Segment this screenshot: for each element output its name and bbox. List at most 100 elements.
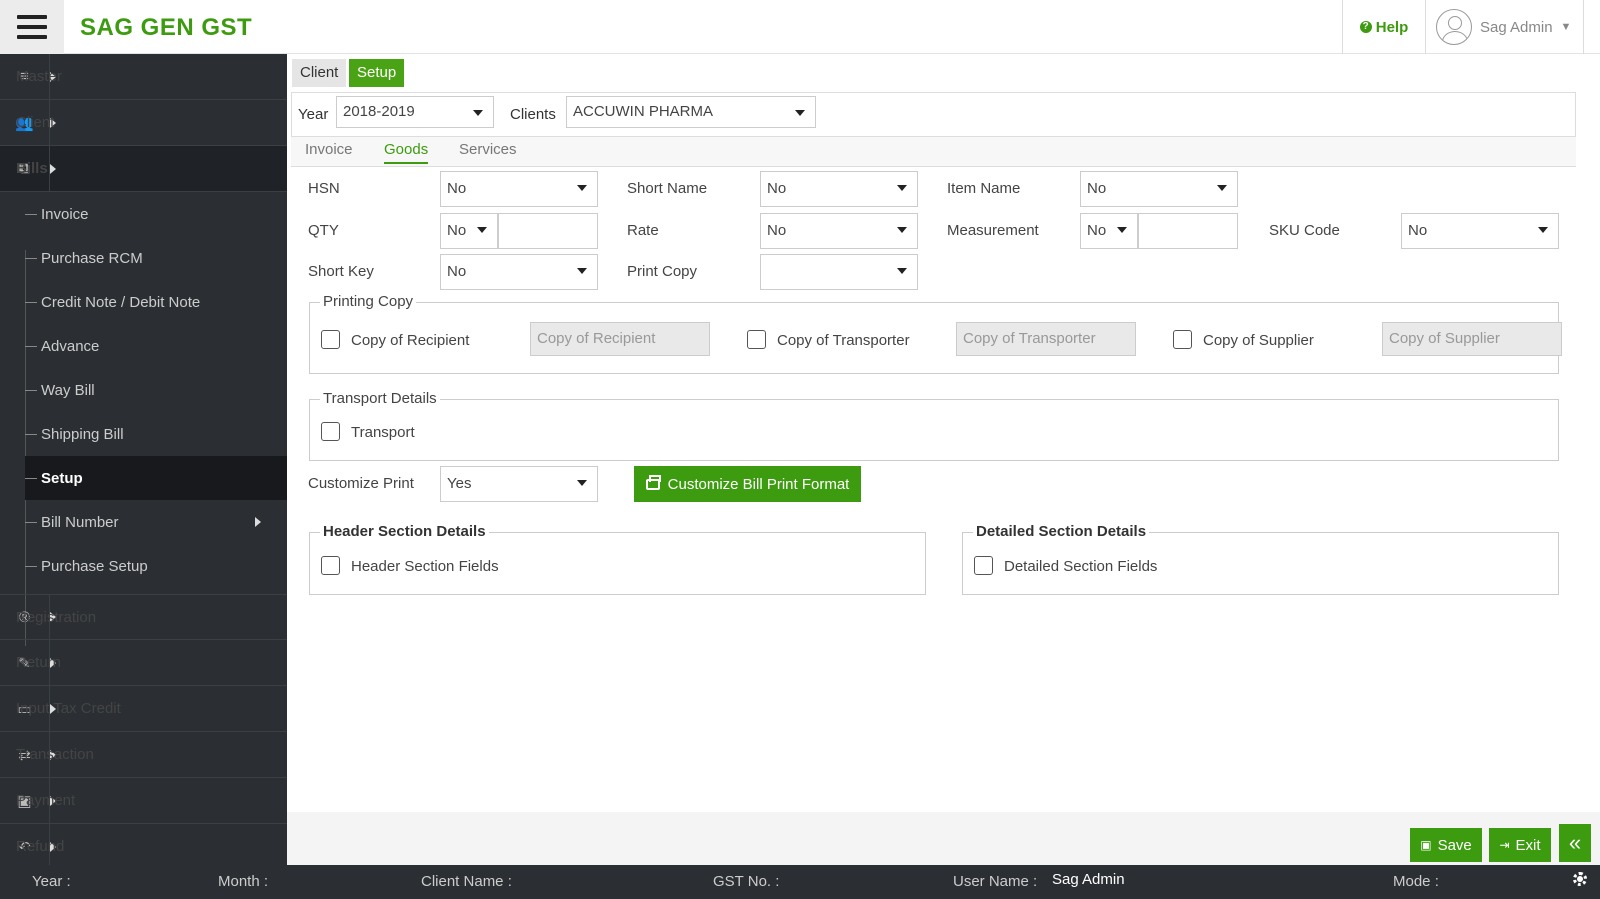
sidebar-item-label: Refund xyxy=(16,838,65,855)
sidebar-sub-label: Purchase Setup xyxy=(41,557,148,575)
brand-title: SAG GEN GST xyxy=(80,14,253,41)
sidebar-item-return[interactable]: ✎ Return xyxy=(0,639,287,686)
year-select[interactable]: 2018-2019 xyxy=(336,96,494,128)
footer-year: Year : xyxy=(32,873,71,890)
exit-button[interactable]: ⇥ Exit xyxy=(1489,828,1551,862)
item-name-select[interactable]: No xyxy=(1080,171,1238,207)
detailed-section-fieldset: Detailed Section Details Detailed Sectio… xyxy=(962,523,1559,595)
sidebar-sub-setup[interactable]: Setup xyxy=(25,456,287,500)
short-key-select[interactable]: No xyxy=(440,254,598,290)
rate-select[interactable]: No xyxy=(760,213,918,249)
copy-of-transporter-checkbox[interactable] xyxy=(747,330,766,349)
collapse-button[interactable]: « xyxy=(1559,824,1591,862)
sidebar-sub-credit-debit-note[interactable]: Credit Note / Debit Note xyxy=(25,280,287,324)
customize-button-label: Customize Bill Print Format xyxy=(667,475,850,493)
copy-of-supplier-label: Copy of Supplier xyxy=(1203,332,1314,349)
clients-select[interactable]: ACCUWIN PHARMA xyxy=(566,96,816,128)
copy-of-transporter-input[interactable]: Copy of Transporter xyxy=(956,322,1136,356)
copy-of-recipient-input[interactable]: Copy of Recipient xyxy=(530,322,710,356)
short-name-label: Short Name xyxy=(627,180,708,197)
footer-client-name: Client Name : xyxy=(421,873,512,890)
top-bar: SAG GEN GST ? Help Sag Admin ▼ xyxy=(0,0,1600,54)
main-content: Client Setup Year 2018-2019 Clients ACCU… xyxy=(287,54,1600,865)
sidebar-item-label: Client xyxy=(16,114,55,131)
customize-bill-print-format-button[interactable]: Customize Bill Print Format xyxy=(634,466,861,502)
short-key-label: Short Key xyxy=(308,263,374,280)
sidebar-sub-purchase-rcm[interactable]: Purchase RCM xyxy=(25,236,287,280)
question-circle-icon: ? xyxy=(1359,21,1372,33)
hsn-select[interactable]: No xyxy=(440,171,598,207)
save-button[interactable]: ▣ Save xyxy=(1410,828,1482,862)
sidebar-item-label: Transaction xyxy=(16,746,94,763)
sidebar-sub-shipping-bill[interactable]: Shipping Bill xyxy=(25,412,287,456)
clients-label: Clients xyxy=(510,106,556,123)
sidebar-item-refund[interactable]: ↶ Refund xyxy=(0,823,287,870)
sidebar-item-payment[interactable]: ▣ Payment xyxy=(0,777,287,824)
customize-print-select[interactable]: Yes xyxy=(440,466,598,502)
customize-print-label: Customize Print xyxy=(308,475,414,492)
help-link[interactable]: ? Help xyxy=(1342,0,1426,54)
year-label: Year xyxy=(298,106,329,123)
sidebar-item-master[interactable]: ≡ Master xyxy=(0,53,287,100)
copy-of-recipient-label: Copy of Recipient xyxy=(351,332,470,349)
sidebar-sub-bill-number[interactable]: Bill Number xyxy=(25,500,287,544)
print-copy-select[interactable] xyxy=(760,254,918,290)
header-section-legend: Header Section Details xyxy=(320,523,489,540)
sidebar-item-label: Return xyxy=(16,654,62,671)
item-name-label: Item Name xyxy=(947,180,1021,197)
short-name-select[interactable]: No xyxy=(760,171,918,207)
printing-copy-fieldset: Printing Copy Copy of Recipient Copy of … xyxy=(309,293,1562,374)
sidebar-sub-label: Advance xyxy=(41,337,100,355)
tab-client[interactable]: Client xyxy=(292,59,347,87)
sidebar-item-registration[interactable]: ® Registration xyxy=(0,594,287,640)
double-chevron-left-icon: « xyxy=(1568,830,1582,855)
sidebar-sub-invoice[interactable]: Invoice xyxy=(25,192,287,236)
sidebar-sub-purchase-setup[interactable]: Purchase Setup xyxy=(25,544,287,588)
measurement-select[interactable]: No xyxy=(1080,213,1138,249)
save-label: Save xyxy=(1437,836,1472,854)
qty-input[interactable] xyxy=(498,213,598,249)
sidebar-item-bills[interactable]: ⧉ Bills xyxy=(0,145,287,192)
sidebar-sub-label: Way Bill xyxy=(41,381,95,399)
sub-tabs: Invoice Goods Services xyxy=(291,137,1576,167)
transport-checkbox[interactable] xyxy=(321,422,340,441)
sidebar: ≡ Master 👥 Client ⧉ Bills Invoice Purchase … xyxy=(0,53,287,870)
sidebar-item-label: Registration xyxy=(16,608,97,626)
tab-setup[interactable]: Setup xyxy=(349,59,405,87)
print-icon xyxy=(645,474,661,490)
tab-services[interactable]: Services xyxy=(459,141,517,162)
copy-of-supplier-input[interactable]: Copy of Supplier xyxy=(1382,322,1562,356)
detailed-section-legend: Detailed Section Details xyxy=(973,523,1150,540)
user-menu[interactable]: Sag Admin ▼ xyxy=(1426,0,1584,54)
header-section-fields-checkbox[interactable] xyxy=(321,556,340,575)
sidebar-sub-way-bill[interactable]: Way Bill xyxy=(25,368,287,412)
transport-fieldset: Transport Details Transport xyxy=(309,390,1559,461)
copy-of-recipient-checkbox[interactable] xyxy=(321,330,340,349)
sidebar-item-client[interactable]: 👥 Client xyxy=(0,99,287,146)
caret-right-icon xyxy=(255,517,261,527)
sidebar-sub-label: Invoice xyxy=(41,205,89,223)
user-name: Sag Admin xyxy=(1480,18,1553,36)
menu-toggle-icon[interactable] xyxy=(0,0,64,54)
header-section-fields-label: Header Section Fields xyxy=(351,558,499,575)
sidebar-item-transaction[interactable]: ⇄ Transaction xyxy=(0,731,287,778)
gear-icon[interactable] xyxy=(1573,872,1587,886)
sku-code-label: SKU Code xyxy=(1269,222,1340,239)
sidebar-sub-label: Bill Number xyxy=(41,513,119,531)
footer-user-name-label: User Name : xyxy=(953,873,1038,890)
status-footer: Year : Month : Client Name : GST No. : U… xyxy=(0,865,1600,899)
qty-select[interactable]: No xyxy=(440,213,498,249)
copy-of-supplier-checkbox[interactable] xyxy=(1173,330,1192,349)
exit-label: Exit xyxy=(1515,836,1541,854)
print-copy-label: Print Copy xyxy=(627,263,698,280)
tab-goods[interactable]: Goods xyxy=(384,141,429,164)
user-avatar-icon xyxy=(1436,9,1472,45)
sidebar-sub-advance[interactable]: Advance xyxy=(25,324,287,368)
action-bar: ▣ Save ⇥ Exit « xyxy=(287,812,1600,865)
sidebar-item-input-tax-credit[interactable]: ▭ Input Tax Credit xyxy=(0,685,287,732)
measurement-input[interactable] xyxy=(1138,213,1238,249)
sku-code-select[interactable]: No xyxy=(1401,213,1559,249)
sidebar-item-label: Master xyxy=(16,68,62,85)
tab-invoice[interactable]: Invoice xyxy=(305,141,353,162)
detailed-section-fields-checkbox[interactable] xyxy=(974,556,993,575)
